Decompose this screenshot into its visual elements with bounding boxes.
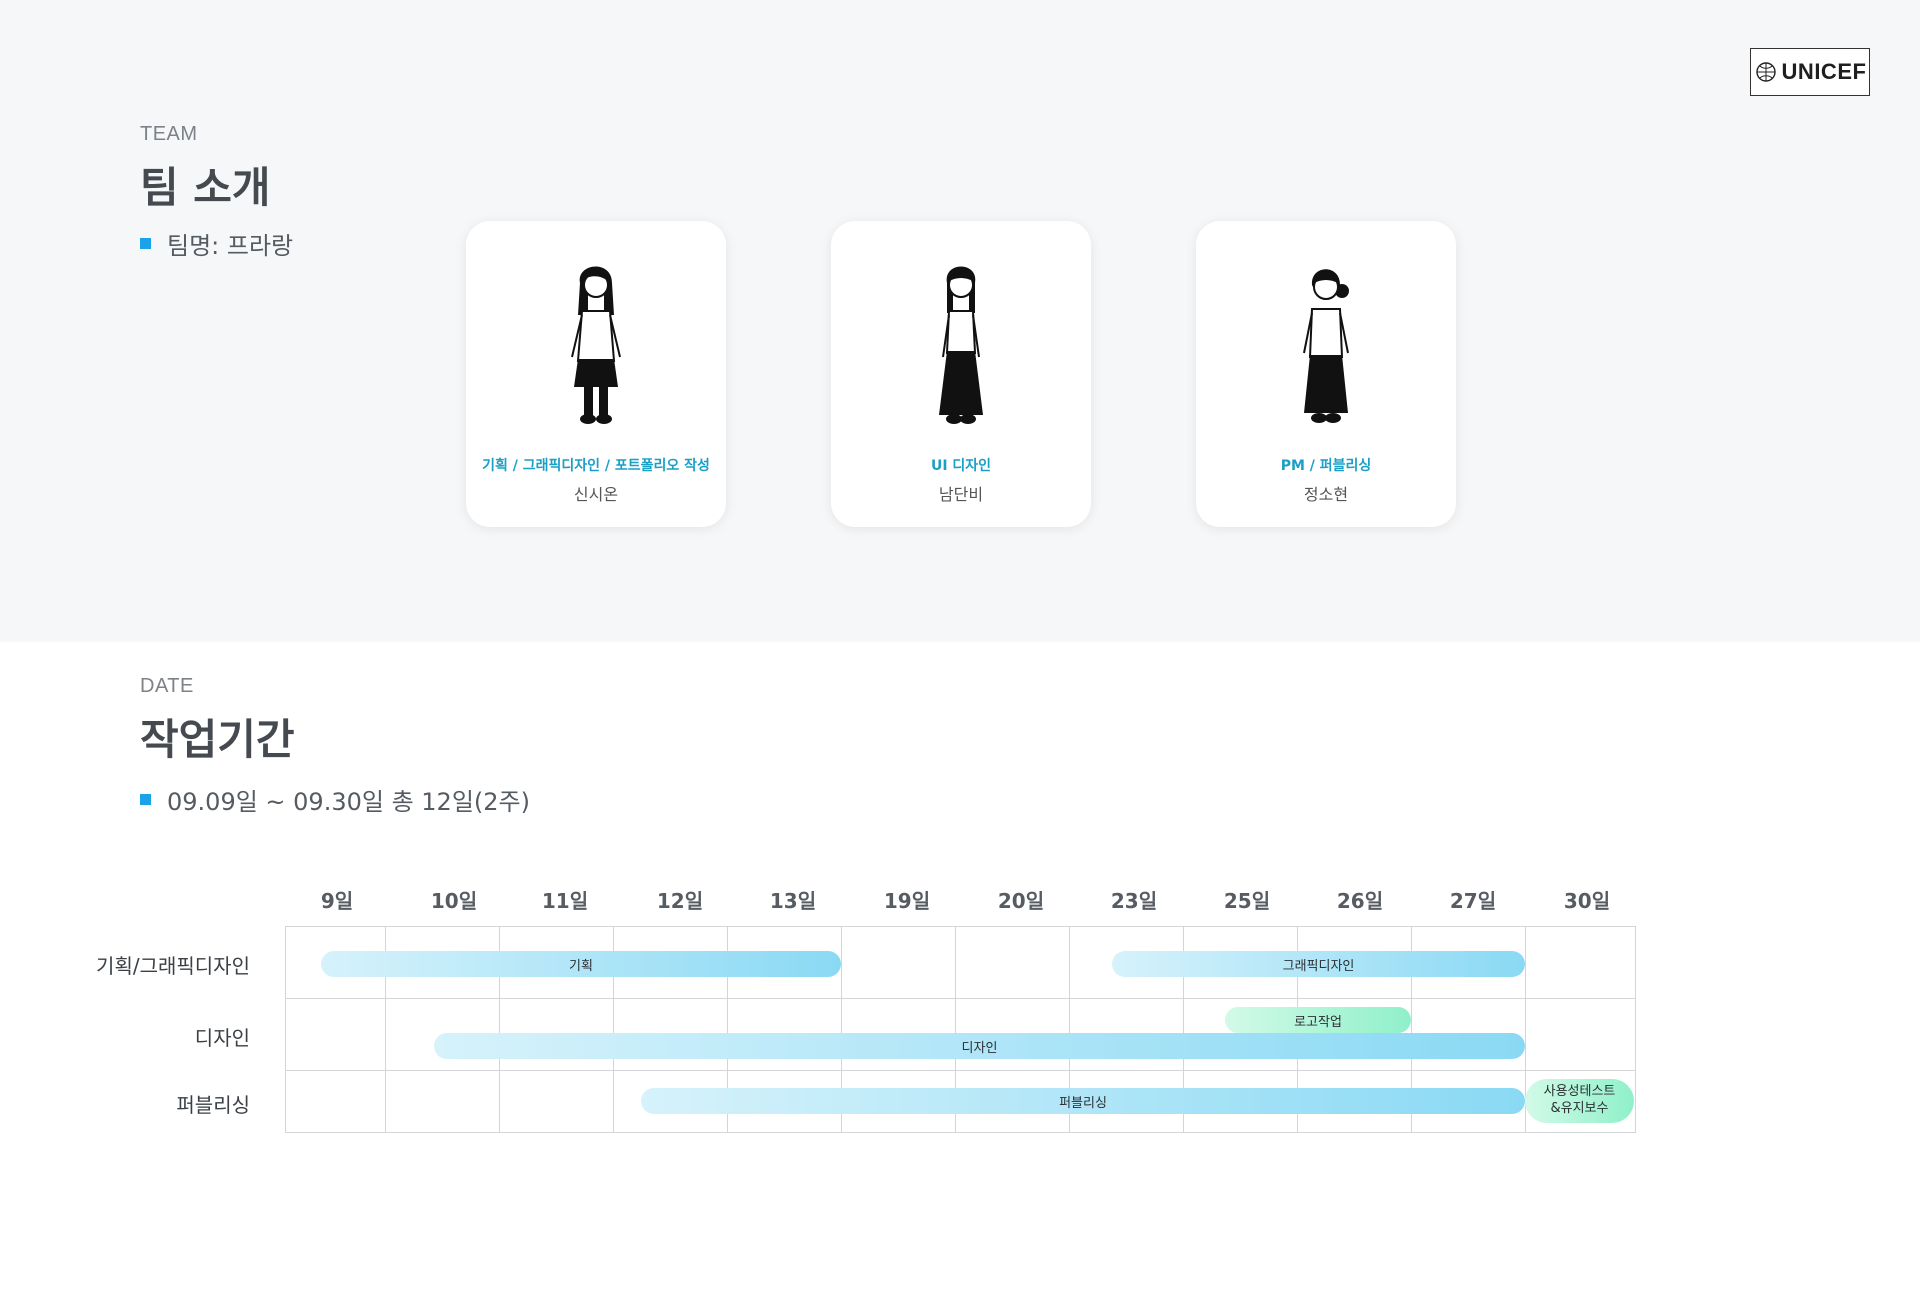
member-role: UI 디자인	[930, 458, 992, 474]
team-eyebrow: TEAM	[140, 123, 198, 145]
row-label-publishing: 퍼블리싱	[176, 1093, 250, 1117]
task-bar-graphic-design: 그래픽디자인	[1112, 951, 1525, 977]
day-header: 27일	[1449, 889, 1497, 913]
task-bar-user-test-line1: 사용성테스트	[1543, 1084, 1616, 1100]
day-header: 25일	[1223, 889, 1271, 913]
task-bar-logo-work: 로고작업	[1225, 1007, 1411, 1033]
task-bar-design: 디자인	[434, 1033, 1525, 1059]
member-card: UI 디자인 남단비	[831, 221, 1091, 527]
grid-row-divider	[285, 1070, 1636, 1071]
day-header: 13일	[769, 889, 817, 913]
unicef-emblem-icon	[1755, 62, 1776, 82]
day-header: 20일	[997, 889, 1045, 913]
grid-row-divider	[285, 998, 1636, 999]
task-bar-user-test-line2: &유지보수	[1550, 1101, 1609, 1116]
row-label-planning: 기획/그래픽디자인	[96, 954, 250, 978]
member-role: PM / 퍼블리싱	[1280, 458, 1372, 474]
bullet-square-icon	[140, 238, 151, 249]
period-line: 09.09일 ~ 09.30일 총 12일(2주)	[140, 782, 530, 817]
day-header: 11일	[541, 889, 589, 913]
logo-text: UNICEF	[1781, 59, 1867, 84]
period-text: 09.09일 ~ 09.30일 총 12일(2주)	[167, 788, 530, 816]
day-header: 10일	[430, 889, 478, 913]
schedule-title: 작업기간	[140, 715, 295, 764]
team-title: 팀 소개	[140, 163, 271, 212]
member-name: 남단비	[938, 485, 984, 504]
task-bar-user-test: 사용성테스트 &유지보수	[1525, 1079, 1634, 1123]
day-header: 12일	[656, 889, 704, 913]
member-name: 정소현	[1303, 485, 1349, 504]
day-header: 19일	[883, 889, 931, 913]
member-role: 기획 / 그래픽디자인 / 포트폴리오 작성	[482, 458, 710, 474]
day-header: 30일	[1563, 889, 1611, 913]
task-bar-publishing: 퍼블리싱	[641, 1088, 1525, 1114]
member-card: PM / 퍼블리싱 정소현	[1196, 221, 1456, 527]
row-label-design: 디자인	[194, 1026, 250, 1050]
day-header: 23일	[1110, 889, 1158, 913]
person-bun-hair-icon	[1303, 269, 1349, 423]
task-bar-planning: 기획	[321, 951, 841, 977]
team-name-line: 팀명: 프라랑	[140, 226, 293, 261]
unicef-logo: UNICEF	[1750, 48, 1870, 96]
bullet-square-icon	[140, 794, 151, 805]
member-name: 신시온	[573, 485, 619, 504]
day-header: 9일	[320, 889, 354, 913]
team-name-text: 팀명: 프라랑	[167, 232, 294, 260]
date-eyebrow: DATE	[140, 675, 194, 697]
day-header: 26일	[1336, 889, 1384, 913]
member-card: 기획 / 그래픽디자인 / 포트폴리오 작성 신시온	[466, 221, 726, 527]
person-long-skirt-icon	[939, 266, 983, 424]
person-short-skirt-icon	[571, 266, 621, 424]
